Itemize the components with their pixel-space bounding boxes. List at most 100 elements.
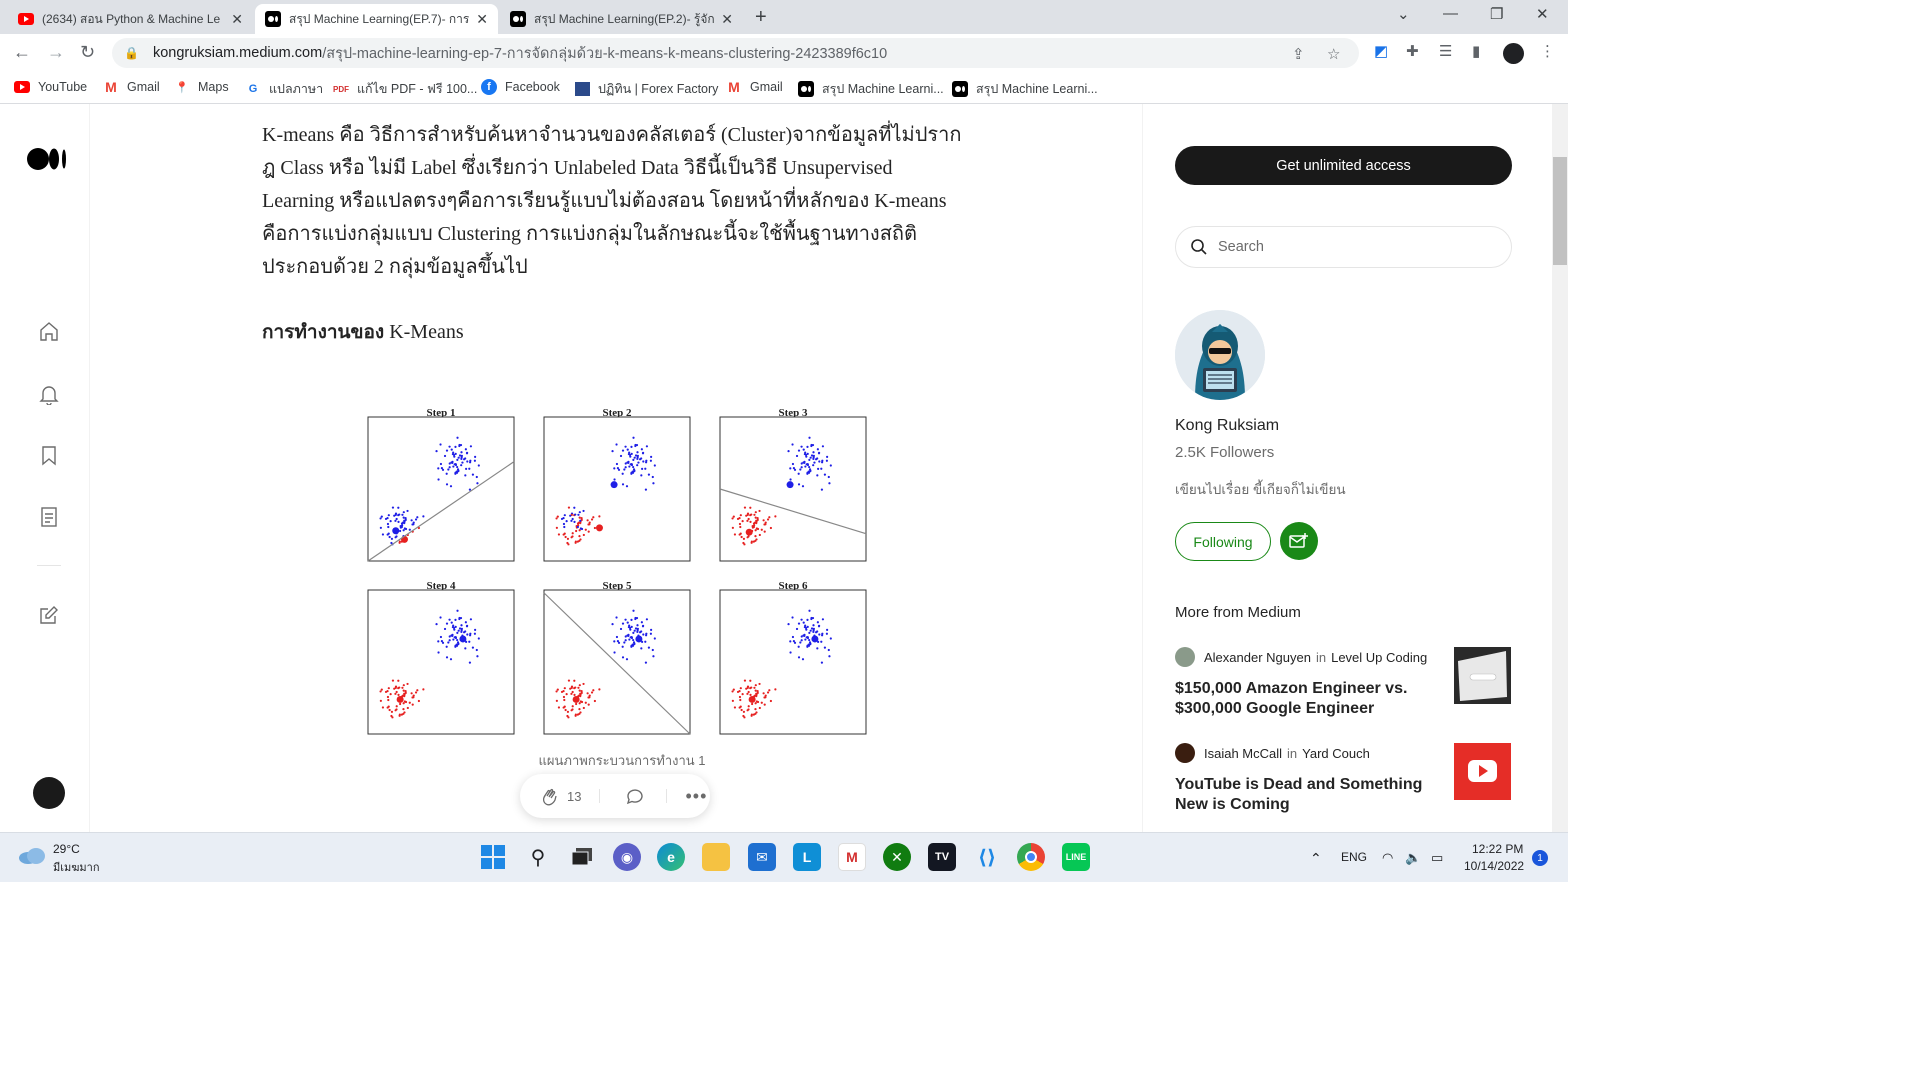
home-icon[interactable] xyxy=(37,319,61,343)
rec-title[interactable]: YouTube is Dead and Something New is Com… xyxy=(1175,775,1440,815)
more-options-icon[interactable]: ••• xyxy=(685,786,707,807)
chrome-icon[interactable] xyxy=(1017,843,1045,871)
tab-youtube[interactable]: (2634) สอน Python & Machine Le ✕ xyxy=(8,4,253,34)
battery-icon[interactable]: ▭ xyxy=(1431,850,1443,866)
article-action-bar: 13 ••• xyxy=(520,774,710,818)
bookmark-item[interactable]: M Gmail xyxy=(726,79,783,95)
close-window-button[interactable]: ✕ xyxy=(1536,5,1549,23)
clock-date[interactable]: 10/14/2022 xyxy=(1464,859,1524,873)
task-view-icon[interactable] xyxy=(568,843,596,871)
stories-icon[interactable] xyxy=(37,505,61,529)
data-point xyxy=(557,533,561,536)
chrome-menu-icon[interactable]: ⋮ xyxy=(1540,42,1555,60)
back-button[interactable]: ← xyxy=(13,42,31,63)
data-point xyxy=(406,706,409,710)
address-bar[interactable]: 🔒 kongruksiam.medium.com /สรุป-machine-l… xyxy=(112,38,1359,68)
teams-chat-icon[interactable]: ◉ xyxy=(613,843,641,871)
bookmark-star-icon[interactable]: ☆ xyxy=(1327,45,1340,63)
edge-icon[interactable]: e xyxy=(657,843,685,871)
tab-medium-ep2[interactable]: สรุป Machine Learning(EP.2)- รู้จัก ✕ xyxy=(500,4,743,34)
url-path: /สรุป-machine-learning-ep-7-การจัดกลุ่มด… xyxy=(322,45,888,62)
xbox-icon[interactable]: ✕ xyxy=(883,843,911,871)
reading-list-icon[interactable]: ☰ xyxy=(1439,42,1452,60)
vscode-icon[interactable]: ⟨⟩ xyxy=(973,843,1001,871)
close-tab-icon[interactable]: ✕ xyxy=(721,11,733,28)
weather-temp[interactable]: 29°C xyxy=(53,842,80,856)
rec-thumbnail[interactable] xyxy=(1454,647,1511,704)
author-avatar[interactable] xyxy=(1175,743,1195,763)
weather-widget[interactable] xyxy=(18,845,46,870)
profile-avatar[interactable] xyxy=(1503,43,1524,64)
reload-button[interactable]: ↻ xyxy=(80,42,95,63)
close-tab-icon[interactable]: ✕ xyxy=(476,11,488,28)
tab-search-icon[interactable]: ⌄ xyxy=(1397,5,1410,23)
recommended-story[interactable]: Alexander Nguyen in Level Up Coding $150… xyxy=(1175,647,1540,717)
lingoes-icon[interactable]: L xyxy=(793,843,821,871)
user-avatar[interactable] xyxy=(33,777,65,809)
bookmark-item[interactable]: 📍 Maps xyxy=(174,79,228,95)
rec-publication[interactable]: Level Up Coding xyxy=(1331,650,1427,665)
author-name[interactable]: Kong Ruksiam xyxy=(1175,417,1279,435)
forward-button[interactable]: → xyxy=(47,42,65,63)
bookmark-item[interactable]: YouTube xyxy=(14,79,87,95)
following-button[interactable]: Following xyxy=(1175,522,1271,561)
notification-badge[interactable]: 1 xyxy=(1532,850,1548,866)
scrollbar-thumb[interactable] xyxy=(1553,157,1567,265)
minimize-button[interactable]: — xyxy=(1443,5,1458,22)
follower-count[interactable]: 2.5K Followers xyxy=(1175,444,1274,461)
side-panel-icon[interactable]: ▮ xyxy=(1472,42,1480,60)
data-point xyxy=(471,646,475,649)
search-taskbar-icon[interactable]: ⚲ xyxy=(524,843,552,871)
author-avatar[interactable] xyxy=(1175,310,1265,400)
line-icon[interactable]: LINE xyxy=(1062,843,1090,871)
volume-icon[interactable]: 🔈 xyxy=(1405,850,1421,866)
clap-button[interactable]: 13 xyxy=(538,785,581,807)
rec-title[interactable]: $150,000 Amazon Engineer vs. $300,000 Go… xyxy=(1175,679,1440,719)
bookmark-item[interactable]: f Facebook xyxy=(481,79,560,95)
mail-icon[interactable]: ✉ xyxy=(748,843,776,871)
bookmark-item[interactable]: ปฏิทิน | Forex Factory xyxy=(574,79,718,99)
bookmark-item[interactable]: G แปลภาษา xyxy=(245,79,323,99)
translate-extension-icon[interactable]: ◩ xyxy=(1374,42,1388,60)
tradingview-icon[interactable]: TV xyxy=(928,843,956,871)
notifications-bell-icon[interactable] xyxy=(37,382,61,406)
subscribe-email-button[interactable] xyxy=(1280,522,1318,560)
start-button[interactable] xyxy=(479,843,507,871)
clock-time[interactable]: 12:22 PM xyxy=(1472,842,1523,856)
bookmark-item[interactable]: PDF แก้ไข PDF - ฟรี 100... xyxy=(333,79,477,99)
new-tab-button[interactable]: + xyxy=(755,6,767,29)
close-tab-icon[interactable]: ✕ xyxy=(231,11,243,28)
tab-medium-ep7[interactable]: สรุป Machine Learning(EP.7)- การ ✕ xyxy=(255,4,498,34)
data-point xyxy=(625,485,629,488)
mcafee-icon[interactable]: M xyxy=(838,843,866,871)
rec-thumbnail[interactable] xyxy=(1454,743,1511,800)
wifi-icon[interactable]: ◠ xyxy=(1382,850,1393,866)
maximize-button[interactable]: ❐ xyxy=(1490,5,1503,23)
write-icon[interactable] xyxy=(37,603,61,627)
recommended-story[interactable]: Isaiah McCall in Yard Couch YouTube is D… xyxy=(1175,743,1540,813)
get-unlimited-access-button[interactable]: Get unlimited access xyxy=(1175,146,1512,185)
input-language[interactable]: ENG xyxy=(1341,850,1367,864)
medium-logo-icon[interactable] xyxy=(27,147,69,171)
bookmark-item[interactable]: สรุป Machine Learni... xyxy=(952,79,1098,99)
rec-author[interactable]: Isaiah McCall xyxy=(1204,746,1282,761)
bookmark-item[interactable]: สรุป Machine Learni... xyxy=(798,79,944,99)
rec-author[interactable]: Alexander Nguyen xyxy=(1204,650,1311,665)
data-point xyxy=(408,528,411,531)
data-point xyxy=(563,687,566,690)
share-icon[interactable]: ⇪ xyxy=(1292,45,1305,63)
data-point xyxy=(394,519,397,522)
search-field[interactable]: Search xyxy=(1175,226,1512,268)
show-hidden-icons[interactable]: ⌃ xyxy=(1310,850,1322,867)
tab-title: (2634) สอน Python & Machine Le xyxy=(42,11,221,26)
bookmark-item[interactable]: M Gmail xyxy=(103,79,160,95)
extensions-icon[interactable]: ✚ xyxy=(1406,42,1419,60)
author-avatar[interactable] xyxy=(1175,647,1195,667)
bookmarks-icon[interactable] xyxy=(37,443,61,467)
data-point xyxy=(806,636,809,639)
data-point xyxy=(386,695,390,699)
rec-publication[interactable]: Yard Couch xyxy=(1302,746,1370,761)
file-explorer-icon[interactable] xyxy=(702,843,730,871)
weather-desc[interactable]: มีเมฆมาก xyxy=(53,858,100,876)
response-button[interactable] xyxy=(624,785,646,807)
